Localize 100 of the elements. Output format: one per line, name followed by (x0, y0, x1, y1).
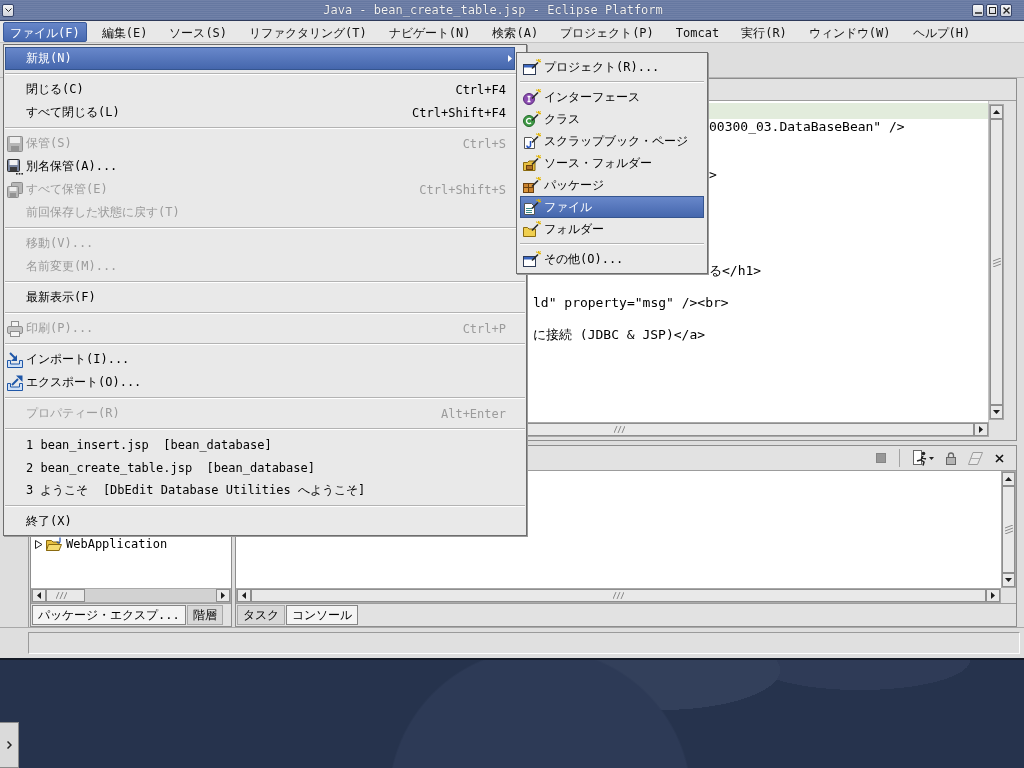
j-page-wand-icon (523, 133, 541, 149)
tray-arrow-out-icon (7, 374, 23, 391)
menu-bar-item[interactable]: 実行(R) (734, 21, 794, 42)
menu-item[interactable]: ソース・フォルダー (520, 152, 704, 174)
menu-item[interactable]: 3 ようこそ [DbEdit Database Utilities へようこそ] (5, 479, 515, 502)
stop-icon (876, 453, 886, 463)
menu-item[interactable]: 最新表示(F) (5, 286, 515, 309)
project-folder-icon (46, 537, 63, 551)
chevron-down-icon (4, 8, 12, 12)
scrollbar-thumb[interactable] (1002, 486, 1015, 573)
menu-item[interactable]: スクラップブック・ページ (520, 130, 704, 152)
scroll-right-button[interactable] (986, 589, 1000, 602)
grip-icon (1004, 525, 1013, 534)
shortcut-text: Ctrl+S (462, 136, 506, 151)
vertical-scrollbar[interactable] (989, 104, 1004, 420)
code-line: る</h1> (709, 263, 762, 279)
tray-arrow-in-icon (7, 351, 23, 368)
chevron-right-icon (6, 741, 12, 749)
scroll-right-button[interactable] (216, 589, 230, 602)
shortcut-text: Alt+Enter (440, 406, 506, 421)
scroll-up-button[interactable] (990, 105, 1003, 119)
folder-wand-icon (523, 221, 541, 237)
menu-item[interactable]: フォルダー (520, 218, 704, 240)
menu-bar-item[interactable]: プロジェクト(P) (553, 21, 661, 42)
shortcut-text: Ctrl+P (462, 321, 506, 336)
window-title: Java - bean_create_table.jsp - Eclipse Platform (322, 2, 664, 19)
view-tab[interactable]: タスク (237, 605, 285, 625)
scroll-down-button[interactable] (1002, 573, 1015, 587)
menu-bar-item[interactable]: 検索(A) (485, 21, 546, 42)
grip-icon (992, 257, 1001, 267)
menu-item[interactable]: 終了(X) (5, 510, 515, 533)
menu-item[interactable]: エクスポート(O)... (5, 371, 515, 394)
panel-hide-button[interactable] (0, 722, 19, 768)
running-figure-icon (913, 450, 927, 466)
eraser-icon (968, 451, 983, 465)
circle-i-wand-icon (523, 89, 541, 105)
menu-bar-item[interactable]: Tomcat (668, 21, 727, 42)
left-arrow-icon (242, 592, 246, 599)
stacked-disks-icon (7, 181, 23, 198)
scroll-right-button[interactable] (974, 423, 988, 436)
menu-item[interactable]: 新規(N) (5, 47, 515, 70)
floppy-disk-dots-icon (7, 158, 23, 175)
horizontal-scrollbar[interactable] (526, 422, 989, 437)
menu-bar-item[interactable]: ヘルプ(H) (905, 21, 978, 42)
grip-icon (614, 426, 625, 433)
right-arrow-icon (979, 426, 983, 433)
menu-item[interactable]: インポート(I)... (5, 348, 515, 371)
menu-bar-item[interactable]: ウィンドウ(W) (801, 21, 898, 42)
scrollbar-thumb[interactable] (251, 589, 986, 602)
horizontal-scrollbar[interactable] (31, 588, 231, 603)
scroll-left-button[interactable] (32, 589, 46, 602)
scrollbar-thumb[interactable] (990, 119, 1003, 405)
scroll-left-button[interactable] (237, 589, 251, 602)
close-icon (995, 453, 1004, 463)
maximize-button[interactable] (986, 3, 998, 17)
shortcut-text: Ctrl+Shift+S (419, 182, 506, 197)
menu-bar-item[interactable]: リファクタリング(T) (242, 21, 374, 42)
close-button[interactable] (1000, 3, 1012, 17)
menu-bar-item[interactable]: 編集(E) (94, 21, 155, 42)
menu-item[interactable]: インターフェース (520, 86, 704, 108)
up-arrow-icon (1005, 477, 1012, 481)
down-arrow-icon (993, 410, 1000, 414)
menu-item[interactable]: パッケージ (520, 174, 704, 196)
scroll-up-button[interactable] (1002, 472, 1015, 486)
menu-item[interactable]: 別名保管(A)... (5, 155, 515, 178)
printer-icon (7, 320, 23, 337)
code-line: > (709, 167, 717, 183)
view-tab[interactable]: コンソール (286, 605, 358, 625)
vertical-scrollbar[interactable] (1001, 471, 1016, 588)
menu-item[interactable]: その他(O)... (520, 248, 704, 270)
menu-item[interactable]: 2 bean_create_table.jsp [bean_database] (5, 456, 515, 479)
expand-arrow-icon[interactable] (35, 539, 43, 549)
left-arrow-icon (37, 592, 41, 599)
scrollbar-thumb[interactable] (46, 589, 85, 602)
minimize-button[interactable] (972, 3, 984, 17)
window-menu-button[interactable] (2, 3, 14, 17)
right-arrow-icon (221, 592, 225, 599)
view-tab[interactable]: 階層 (186, 605, 223, 625)
horizontal-scrollbar[interactable] (236, 588, 1001, 603)
menu-item[interactable]: クラス (520, 108, 704, 130)
menu-item[interactable]: プロジェクト(R)... (520, 56, 704, 78)
code-line: 00300_03.DataBaseBean" /> (709, 119, 905, 135)
right-arrow-icon (991, 592, 995, 599)
grip-icon (613, 592, 624, 599)
menu-bar-item[interactable]: ファイル(F) (3, 21, 87, 42)
menu-bar-item[interactable]: ナビゲート(N) (381, 21, 478, 42)
view-tab[interactable]: パッケージ・エクスプ... (32, 605, 186, 625)
menu-item[interactable]: ファイル (520, 196, 704, 218)
grip-icon (56, 592, 67, 599)
close-icon (1002, 6, 1010, 14)
scroll-down-button[interactable] (990, 405, 1003, 419)
up-arrow-icon (993, 110, 1000, 114)
down-arrow-icon (1005, 578, 1012, 582)
scrollbar-thumb[interactable] (527, 423, 974, 436)
boxes-wand-icon (523, 177, 541, 193)
document-wand-icon (523, 199, 541, 215)
menu-item[interactable]: 閉じる(C) Ctrl+F4 (5, 78, 515, 101)
menu-item[interactable]: すべて閉じる(L) Ctrl+Shift+F4 (5, 101, 515, 124)
menu-item[interactable]: 1 bean_insert.jsp [bean_database] (5, 433, 515, 456)
menu-bar-item[interactable]: ソース(S) (162, 21, 235, 42)
